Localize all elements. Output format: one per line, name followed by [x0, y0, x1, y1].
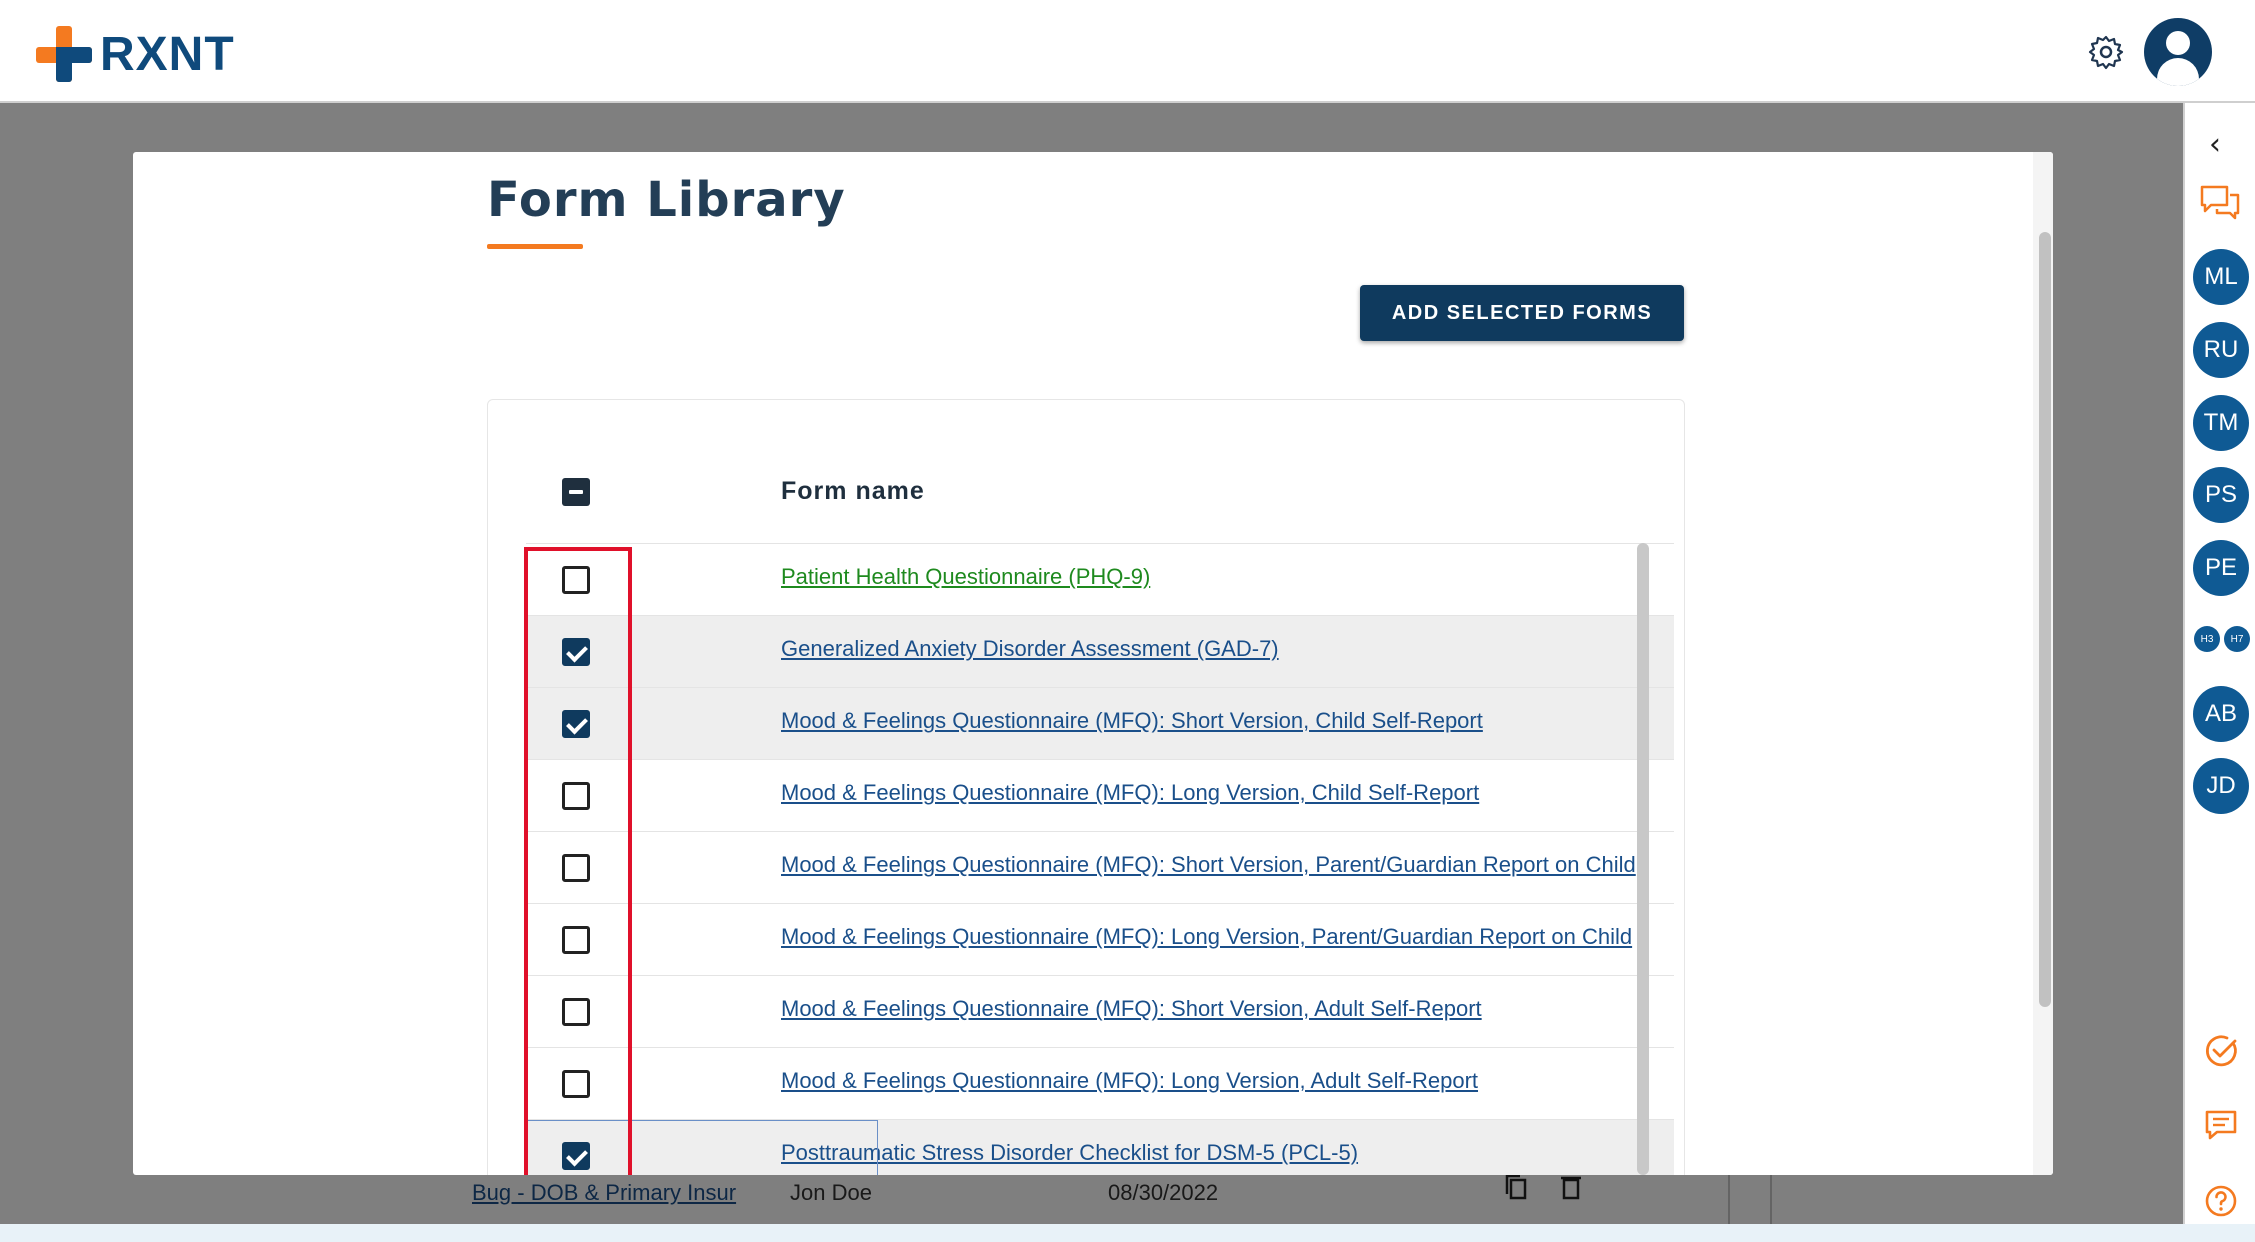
modal-scrollbar-thumb[interactable] — [2039, 232, 2051, 1007]
rail-mini-avatar[interactable]: H7 — [2224, 626, 2250, 652]
table-row: Generalized Anxiety Disorder Assessment … — [526, 615, 1674, 687]
rail-mini-avatar[interactable]: H3 — [2194, 626, 2220, 652]
gear-icon[interactable] — [2088, 34, 2124, 70]
user-avatar-icon[interactable] — [2144, 18, 2212, 86]
check-circle-icon[interactable] — [2203, 1033, 2239, 1069]
logo-text: RXNT — [100, 27, 235, 81]
rail-avatar[interactable]: AB — [2193, 686, 2249, 742]
right-rail: ‹ ML RU TM PS PE H3 H7 AB JD — [2183, 103, 2255, 1224]
title-underline — [487, 244, 583, 249]
table-row: Mood & Feelings Questionnaire (MFQ): Sho… — [526, 687, 1674, 759]
rail-avatar[interactable]: PS — [2193, 467, 2249, 523]
table-row: Mood & Feelings Questionnaire (MFQ): Lon… — [526, 1047, 1674, 1119]
chevron-left-icon[interactable]: ‹ — [2209, 127, 2221, 162]
rail-avatar[interactable]: ML — [2193, 249, 2249, 305]
table-row: Mood & Feelings Questionnaire (MFQ): Sho… — [526, 975, 1674, 1047]
form-link[interactable]: Mood & Feelings Questionnaire (MFQ): Lon… — [781, 1068, 1478, 1094]
form-library-modal: Form Library ADD SELECTED FORMS Form nam… — [133, 152, 2053, 1175]
rxnt-logo[interactable]: RXNT — [36, 24, 235, 84]
rail-avatar[interactable]: RU — [2193, 322, 2249, 378]
form-link[interactable]: Mood & Feelings Questionnaire (MFQ): Sho… — [781, 852, 1636, 878]
form-link[interactable]: Generalized Anxiety Disorder Assessment … — [781, 636, 1279, 662]
rail-avatar[interactable]: TM — [2193, 395, 2249, 451]
page-title: Form Library — [487, 172, 846, 228]
table-row: Patient Health Questionnaire (PHQ-9) — [526, 543, 1674, 615]
form-link[interactable]: Mood & Feelings Questionnaire (MFQ): Lon… — [781, 924, 1632, 950]
rail-avatar[interactable]: PE — [2193, 540, 2249, 596]
forms-list: Patient Health Questionnaire (PHQ-9) Gen… — [526, 543, 1674, 1175]
forms-list-scrollbar[interactable] — [1637, 543, 1649, 1175]
column-header-form-name: Form name — [781, 477, 925, 505]
message-icon[interactable] — [2203, 1107, 2239, 1143]
select-all-checkbox[interactable] — [562, 478, 590, 506]
row-focus-outline — [877, 1120, 878, 1175]
table-row: Mood & Feelings Questionnaire (MFQ): Lon… — [526, 903, 1674, 975]
top-navbar: RXNT — [0, 0, 2255, 103]
form-link[interactable]: Mood & Feelings Questionnaire (MFQ): Sho… — [781, 996, 1482, 1022]
help-icon[interactable] — [2203, 1183, 2239, 1219]
rail-avatar[interactable]: JD — [2193, 758, 2249, 814]
checkbox-column-highlight — [524, 547, 632, 1175]
form-link[interactable]: Patient Health Questionnaire (PHQ-9) — [781, 564, 1150, 590]
logo-cross-icon — [36, 26, 92, 82]
add-selected-forms-button[interactable]: ADD SELECTED FORMS — [1360, 285, 1684, 341]
form-link[interactable]: Mood & Feelings Questionnaire (MFQ): Lon… — [781, 780, 1479, 806]
table-row: Mood & Feelings Questionnaire (MFQ): Lon… — [526, 759, 1674, 831]
form-link[interactable]: Posttraumatic Stress Disorder Checklist … — [781, 1140, 1358, 1166]
table-row: Mood & Feelings Questionnaire (MFQ): Sho… — [526, 831, 1674, 903]
form-link[interactable]: Mood & Feelings Questionnaire (MFQ): Sho… — [781, 708, 1483, 734]
chat-bubbles-icon[interactable] — [2199, 183, 2241, 221]
table-row: Posttraumatic Stress Disorder Checklist … — [526, 1119, 1674, 1175]
footer-bar — [0, 1224, 2255, 1242]
